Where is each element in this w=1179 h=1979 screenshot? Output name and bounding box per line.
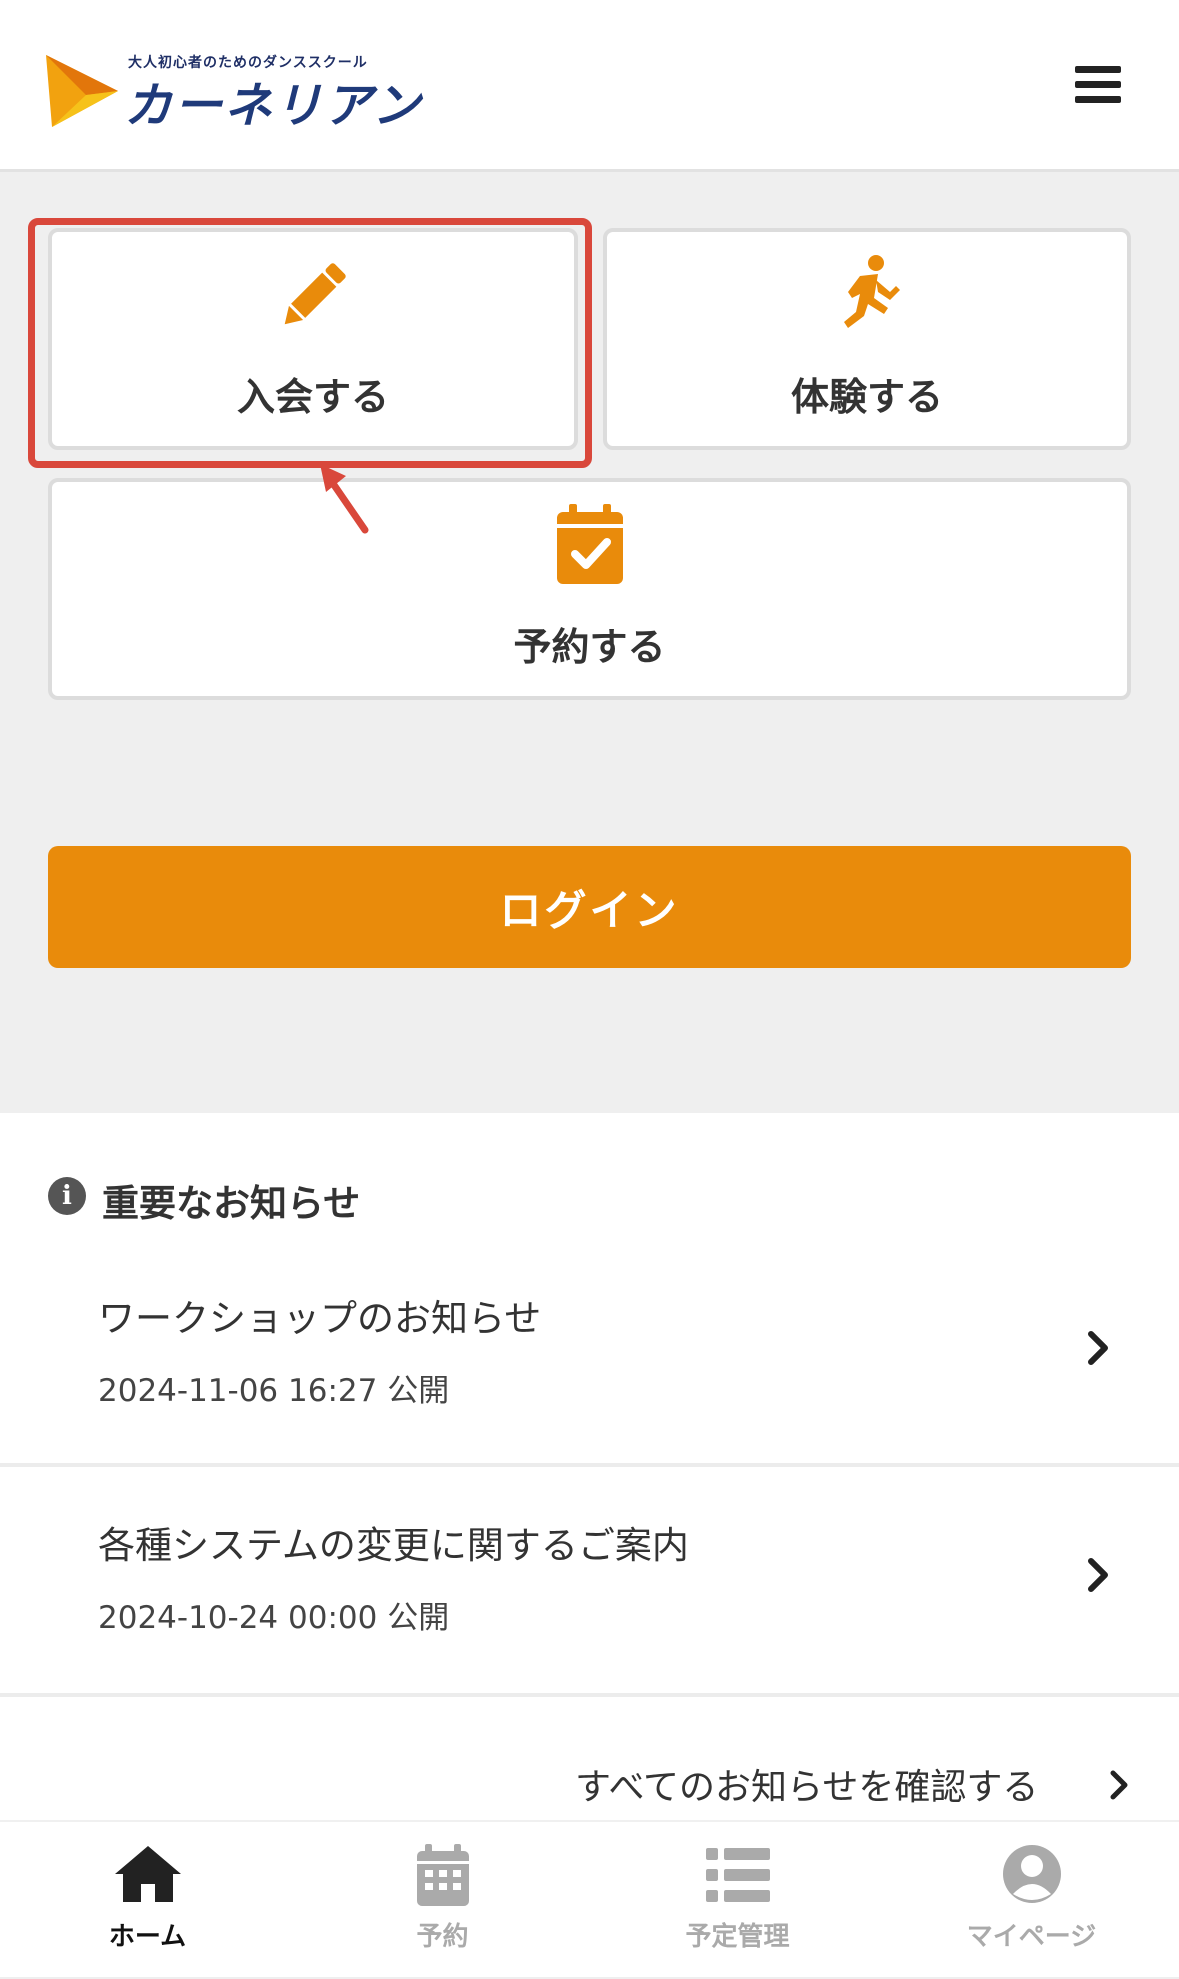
tab-reserve[interactable]: 予約: [295, 1822, 590, 1979]
trial-label: 体験する: [790, 375, 943, 419]
tab-home[interactable]: ホーム: [0, 1822, 295, 1979]
list-icon: [705, 1848, 770, 1902]
notices-heading: 重要なお知らせ: [102, 1182, 361, 1225]
reserve-label: 予約する: [513, 625, 666, 669]
notice-date: 2024-10-24 00:00 公開: [98, 1600, 450, 1636]
bottom-tab-bar: ホーム 予約 予定管理 マイページ: [0, 1820, 1179, 1977]
info-icon: i: [48, 1177, 86, 1215]
calendar-check-icon: [556, 504, 623, 584]
logo-name[interactable]: カーネリアン: [124, 66, 422, 136]
calendar-icon: [416, 1844, 469, 1906]
chevron-right-icon[interactable]: [1108, 1768, 1130, 1802]
trial-button[interactable]: 体験する: [603, 228, 1131, 450]
app-header: 大人初心者のためのダンススクール カーネリアン: [0, 0, 1179, 172]
highlight-annotation: [28, 218, 592, 468]
notice-title: 各種システムの変更に関するご案内: [98, 1524, 689, 1567]
tab-schedule-label: 予定管理: [685, 1922, 790, 1952]
tab-mypage[interactable]: マイページ: [884, 1822, 1179, 1979]
arrow-annotation-icon: [320, 464, 369, 534]
see-all-notices-link[interactable]: すべてのお知らせを確認する: [575, 1758, 1038, 1810]
tab-reserve-label: 予約: [416, 1922, 469, 1952]
notice-list-item[interactable]: ワークショップのお知らせ 2024-11-06 16:27 公開: [0, 1240, 1179, 1467]
notice-list-item[interactable]: 各種システムの変更に関するご案内 2024-10-24 00:00 公開: [0, 1467, 1179, 1697]
login-button[interactable]: ログイン: [48, 846, 1131, 968]
tab-schedule[interactable]: 予定管理: [590, 1822, 885, 1979]
chevron-right-icon: [1088, 1331, 1108, 1365]
tab-mypage-label: マイページ: [966, 1922, 1097, 1952]
user-circle-icon: [1002, 1845, 1061, 1903]
logo-icon: [46, 55, 118, 127]
hamburger-menu-icon[interactable]: [1075, 66, 1121, 106]
notice-date: 2024-11-06 16:27 公開: [98, 1373, 450, 1409]
home-icon: [114, 1846, 181, 1902]
tab-home-label: ホーム: [108, 1922, 187, 1952]
running-person-icon: [844, 255, 900, 328]
chevron-right-icon: [1088, 1558, 1108, 1592]
reserve-button[interactable]: 予約する: [48, 478, 1131, 700]
notice-title: ワークショップのお知らせ: [98, 1297, 542, 1340]
